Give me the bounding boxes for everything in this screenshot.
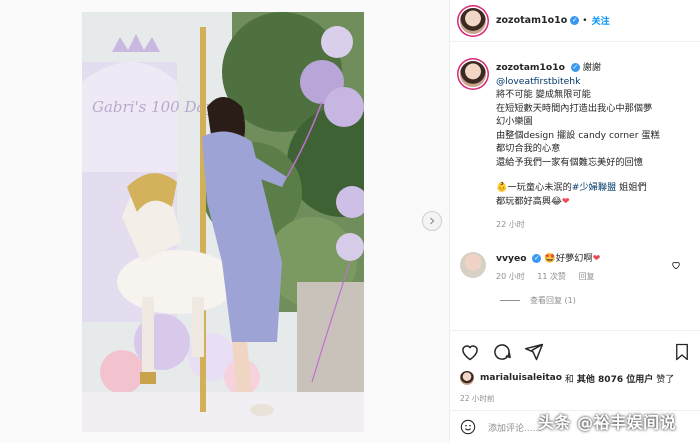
watermark-text: 头条 @裕丰娱间说 [538,413,677,432]
view-replies-label: 查看回复 (1) [530,295,576,305]
caption-line: 在短短數天時間內打造出我心中那個夢 [496,102,653,114]
comment-likes[interactable]: 11 次赞 [537,272,566,281]
heart-icon[interactable] [460,342,480,362]
chevron-right-icon [430,217,435,225]
commenter-username[interactable]: vvyeo [496,253,527,264]
share-icon[interactable] [524,342,544,362]
post-photo[interactable]: Gabri's 100 Days [82,12,364,432]
hashtag-link[interactable]: #少婦聯盟 [572,182,616,193]
like-comment-heart-icon[interactable] [671,260,681,270]
caption-text: zozotam1o1o ✓ 謝謝 @loveatfirstbitehk 將不可能… [496,61,660,232]
caption-line: 一玩童心未泯的 [507,182,572,193]
caption-avatar[interactable] [460,61,486,87]
comment-text: 好夢幻啊 [555,252,593,264]
caption-first: 謝謝 [582,62,602,73]
comment-time: 20 小时 [496,271,525,281]
baby-emoji-icon: 👶 [496,182,508,193]
likes-conjunction: 和 [564,374,574,385]
post-time[interactable]: 22 小时前 [460,393,691,404]
caption-time: 22 小时 [496,220,525,229]
post-media-area: Gabri's 100 Days [0,0,449,443]
caption-line: 由整個design 擺設 candy corner 蛋糕 [496,129,660,141]
comment-icon[interactable] [492,342,512,362]
liker-avatar[interactable] [460,371,474,385]
heart-emoji-icon: ❤ [561,195,570,207]
bookmark-icon[interactable] [673,342,691,362]
likes-summary: marialuisaleitao 和 其他 8076 位用户 赞了 [460,371,691,385]
post-actions: marialuisaleitao 和 其他 8076 位用户 赞了 22 小时前 [450,330,700,404]
author-username[interactable]: zozotam1o1o [496,15,567,26]
divider-line [500,299,520,301]
post-header: zozotam1o1o ✓ • 关注 [450,0,700,42]
caption-line: 將不可能 變成無限可能 [496,89,591,100]
caption-block: zozotam1o1o ✓ 謝謝 @loveatfirstbitehk 將不可能… [460,61,691,232]
comment-item: vvyeo ✓ 🤩好夢幻啊❤ 20 小时 11 次赞 回复 [460,251,691,283]
caption-mention-link[interactable]: @loveatfirstbitehk [496,76,580,87]
likes-suffix: 赞了 [656,374,675,385]
next-image-button[interactable] [422,211,442,231]
comments-section: zozotam1o1o ✓ 謝謝 @loveatfirstbitehk 將不可能… [450,43,700,326]
verified-badge-icon: ✓ [532,253,542,263]
caption-line: 姐姐們 [619,182,647,193]
emoji-icon[interactable] [460,419,476,435]
heart-emoji-icon: ❤ [592,252,601,264]
star-eyes-emoji-icon: 🤩 [544,252,556,264]
comment-input[interactable]: 添加评论...... [488,421,541,434]
post-side-panel: zozotam1o1o ✓ • 关注 zozotam1o1o ✓ 謝謝 @lov… [449,0,700,443]
view-replies-button[interactable]: 查看回复 (1) [500,295,691,306]
caption-username[interactable]: zozotam1o1o [496,62,565,73]
caption-line: 幻小樂園 [496,116,533,127]
verified-badge-icon: ✓ [570,16,580,25]
laugh-emoji-icon: 😂 [551,195,562,207]
photo-illustration: Gabri's 100 Days [82,12,364,432]
likes-others[interactable]: 其他 8076 位用户 [577,372,653,385]
reply-button[interactable]: 回复 [579,272,595,281]
verified-badge-icon: ✓ [570,63,580,72]
caption-line: 還給予我們一家有個難忘美好的回憶 [496,156,643,168]
author-avatar[interactable] [460,7,486,34]
commenter-avatar[interactable] [460,251,486,278]
caption-line: 都玩都好高興 [496,195,552,207]
separator-dot: • [582,15,588,26]
caption-line: 都切合我的心意 [496,143,561,154]
liker-username[interactable]: marialuisaleitao [480,373,562,383]
follow-button[interactable]: 关注 [592,14,610,27]
